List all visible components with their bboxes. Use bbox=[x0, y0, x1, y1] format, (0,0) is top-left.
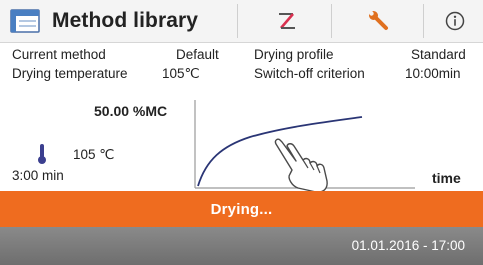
info-button[interactable] bbox=[437, 2, 473, 40]
drying-temperature-value: 105℃ bbox=[162, 66, 200, 81]
drying-curve-panel bbox=[0, 86, 483, 190]
divider bbox=[331, 4, 332, 38]
drying-screen: Method library Current method Default Dr… bbox=[0, 0, 483, 265]
current-method-label: Current method bbox=[12, 47, 106, 62]
divider bbox=[423, 4, 424, 38]
top-bar: Method library bbox=[0, 0, 483, 43]
edit-icon bbox=[279, 13, 295, 29]
switch-off-criterion-label: Switch-off criterion bbox=[254, 66, 365, 81]
footer-bar: 01.01.2016 - 17:00 bbox=[0, 227, 483, 265]
page-title: Method library bbox=[52, 9, 199, 32]
time-axis-label: time bbox=[432, 170, 461, 186]
divider bbox=[237, 4, 238, 38]
info-icon bbox=[445, 11, 465, 31]
drying-profile-value: Standard bbox=[411, 47, 466, 62]
status-text: Drying... bbox=[210, 200, 273, 218]
current-method-value: Default bbox=[176, 47, 219, 62]
method-library-icon bbox=[10, 9, 40, 33]
switch-off-criterion-value: 10:00min bbox=[405, 66, 461, 81]
current-temperature: 105 ℃ bbox=[73, 147, 115, 162]
drying-profile-label: Drying profile bbox=[254, 47, 334, 62]
date-time: 01.01.2016 - 17:00 bbox=[351, 238, 465, 253]
wrench-icon bbox=[369, 11, 388, 30]
title-area[interactable]: Method library bbox=[10, 0, 198, 42]
elapsed-time: 3:00 min bbox=[12, 168, 64, 183]
status-bar: Drying... bbox=[0, 191, 483, 227]
edit-button[interactable] bbox=[269, 2, 305, 40]
drying-temperature-label: Drying temperature bbox=[12, 66, 128, 81]
thermometer-icon bbox=[38, 144, 46, 164]
moisture-content-value: 50.00 %MC bbox=[94, 103, 168, 119]
settings-button[interactable] bbox=[361, 2, 397, 40]
